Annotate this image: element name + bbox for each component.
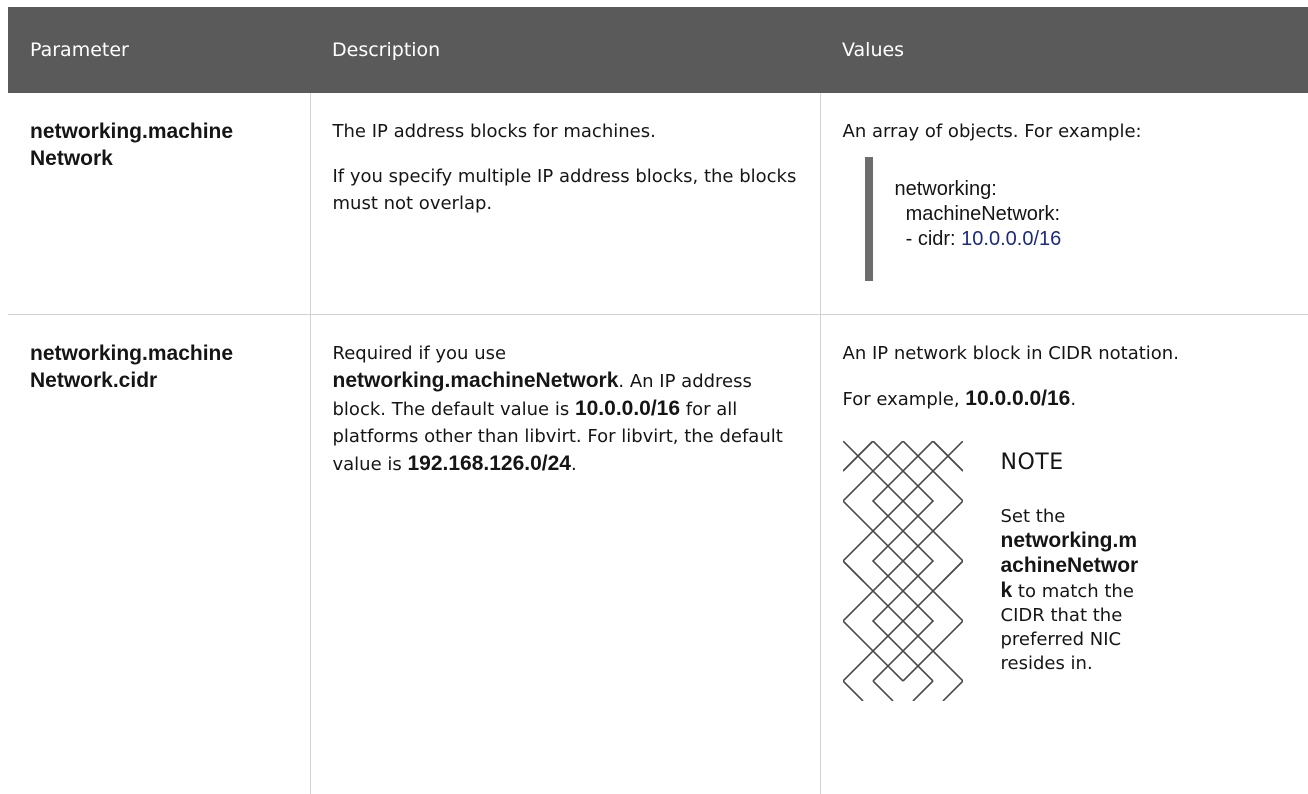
parameter-name-line2: Network	[30, 147, 113, 170]
code-line: machineNetwork:	[894, 203, 1061, 225]
note-body: NOTE Set the networking.machineNetwork t…	[1001, 449, 1141, 676]
table-row: networking.machine Network The IP address…	[8, 93, 1308, 315]
description-span: .	[571, 453, 577, 475]
values-cell: An array of objects. For example: networ…	[820, 93, 1308, 315]
page: Parameter Description Values networking.…	[0, 0, 1308, 794]
parameter-name-line1: networking.machine	[30, 341, 234, 365]
parameter-name: networking.machine Network.cidr	[30, 340, 290, 394]
values-text: An IP network block in CIDR notation.	[842, 342, 1179, 364]
description-bold: 192.168.126.0/24	[407, 451, 572, 475]
values-text: For example, 10.0.0.0/16.	[843, 385, 1289, 413]
parameters-table: Parameter Description Values networking.…	[8, 7, 1308, 794]
table-row: networking.machine Network.cidr Required …	[8, 314, 1308, 794]
values-bold: 10.0.0.0/16	[965, 386, 1071, 410]
note-span: to match the CIDR that the preferred NIC…	[1000, 580, 1134, 674]
parameter-name: networking.machine Network	[30, 118, 290, 172]
values-cell: An IP network block in CIDR notation. Fo…	[820, 314, 1308, 794]
description-text: The IP address blocks for machines.	[332, 121, 656, 142]
table-header-row: Parameter Description Values	[8, 7, 1308, 93]
header-parameter: Parameter	[8, 7, 310, 93]
note-title: NOTE	[1000, 449, 1064, 475]
note-pattern-icon	[842, 440, 963, 701]
note-text: Set the networking.machineNetwork to mat…	[1001, 505, 1141, 676]
header-description: Description	[310, 7, 820, 93]
values-span: For example,	[842, 388, 966, 410]
code-line: networking:	[894, 178, 997, 200]
values-span: .	[1070, 388, 1077, 410]
description-text: Required if you use networking.machineNe…	[333, 340, 800, 478]
code-line: - cidr: 10.0.0.0/16	[895, 227, 1289, 252]
parameter-name-line2: Network.cidr	[30, 368, 158, 392]
parameter-cell: networking.machine Network.cidr	[8, 314, 311, 794]
parameter-name-line1: networking.machine	[30, 120, 234, 143]
description-cell: Required if you use networking.machineNe…	[310, 314, 821, 794]
description-text: If you specify multiple IP address block…	[332, 166, 797, 214]
values-intro: An array of objects. For example:	[842, 121, 1142, 142]
description-bold: networking.machineNetwork	[332, 368, 619, 392]
parameter-cell: networking.machine Network	[8, 93, 311, 315]
description-span: Required if you use	[332, 342, 507, 364]
header-values: Values	[820, 7, 1308, 93]
code-key: - cidr:	[894, 228, 962, 250]
note-admonition: NOTE Set the networking.machineNetwork t…	[842, 440, 1289, 701]
code-value: 10.0.0.0/16	[961, 228, 1062, 250]
note-span: Set the	[1000, 505, 1066, 527]
description-cell: The IP address blocks for machines. If y…	[310, 93, 821, 315]
code-example: networking: machineNetwork: - cidr: 10.0…	[864, 157, 1289, 281]
description-bold: 10.0.0.0/16	[574, 396, 681, 420]
